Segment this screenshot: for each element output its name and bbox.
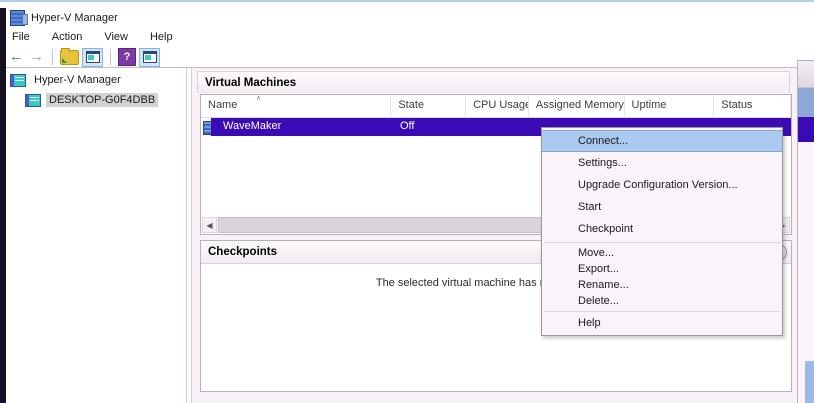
properties-window-button[interactable] [139,48,160,67]
actions-pane-cutoff [797,60,814,403]
vm-cell-name: WaveMaker [223,120,281,132]
menu-item-export[interactable]: Export... [542,261,782,277]
actions-pane-strip-blue [798,88,814,117]
context-menu: Connect...Settings...Upgrade Configurati… [541,127,783,336]
title-bar: Hyper-V Manager [10,9,118,27]
sidebar-item-label: Hyper-V Manager [31,73,124,87]
back-icon[interactable]: ← [8,48,25,66]
menu-item-start[interactable]: Start [542,196,782,218]
up-folder-icon[interactable] [60,50,79,65]
column-header-cpu-usage[interactable]: CPU Usage [466,95,529,117]
menu-item-checkpoint[interactable]: Checkpoint [542,218,782,240]
menu-item-rename[interactable]: Rename... [542,277,782,293]
actions-pane-strip-purple [798,117,814,142]
virtual-machines-title: Virtual Machines [198,77,296,89]
menu-bar: File Action View Help [8,30,191,47]
window-title: Hyper-V Manager [31,12,118,24]
virtual-machines-panel-header: Virtual Machines [197,71,790,93]
menu-help[interactable]: Help [146,30,183,47]
sort-ascending-icon: ∧ [256,94,261,102]
column-header-name[interactable]: Name [201,95,391,117]
menu-file[interactable]: File [8,30,40,47]
menu-separator [544,311,780,312]
console-window-icon [86,51,100,63]
vm-cell-state: Off [400,120,414,132]
console-window-button[interactable] [82,48,103,67]
actions-pane-header [798,61,814,88]
host-computer-icon [25,94,41,107]
hyperv-manager-icon [10,74,26,87]
vm-table-header: NameStateCPU UsageAssigned MemoryUptimeS… [201,95,791,118]
menu-item-move[interactable]: Move... [542,245,782,261]
forward-icon[interactable]: → [28,48,45,66]
menu-view[interactable]: View [100,30,138,47]
help-icon[interactable]: ? [118,48,136,66]
toolbar-separator [110,49,111,65]
toolbar: ← → ? [8,47,160,67]
sidebar-item-desktop-g0f4dbb[interactable]: DESKTOP-G0F4DBB [6,92,186,108]
scroll-left-icon[interactable]: ◀ [202,217,217,233]
menu-item-help[interactable]: Help [542,314,782,332]
splitter[interactable] [186,68,187,403]
actions-pane-strip-bottom [805,361,814,403]
sidebar-item-label: DESKTOP-G0F4DBB [46,93,158,107]
sidebar-item-hyper-v-manager[interactable]: Hyper-V Manager [6,72,186,88]
column-header-status[interactable]: Status [714,95,791,117]
toolbar-separator [52,49,53,65]
properties-window-icon [143,51,157,63]
navigation-tree: Hyper-V Manager DESKTOP-G0F4DBB [6,68,186,403]
column-header-assigned-memory[interactable]: Assigned Memory [529,95,625,117]
menu-action[interactable]: Action [48,30,93,47]
column-header-uptime[interactable]: Uptime [625,95,715,117]
checkpoints-title: Checkpoints [201,246,277,258]
window-top-border [0,0,814,2]
hyper-v-manager-app-icon [10,10,25,26]
menu-item-delete[interactable]: Delete... [542,293,782,309]
menu-item-settings[interactable]: Settings... [542,152,782,174]
column-header-state[interactable]: State [391,95,466,117]
menu-item-connect[interactable]: Connect... [542,130,782,152]
menu-separator [544,242,780,243]
menu-item-upgrade-configuration-version[interactable]: Upgrade Configuration Version... [542,174,782,196]
